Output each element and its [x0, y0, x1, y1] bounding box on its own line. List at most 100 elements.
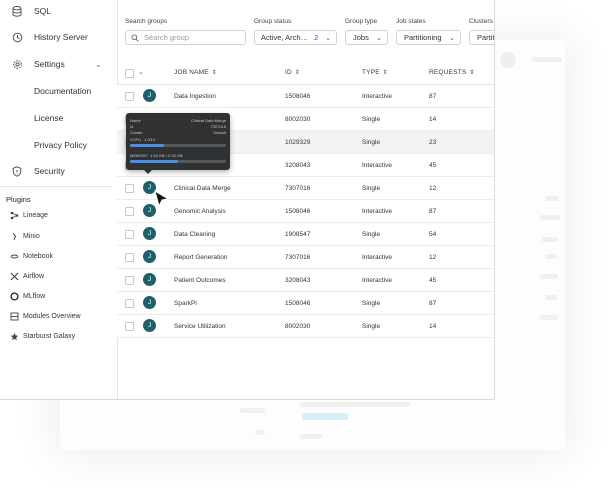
id-cell: 1508046 [285, 92, 311, 100]
table-row[interactable]: J Clinical Data Merge 7307016 Single 12 [117, 177, 494, 200]
chevron-down-icon[interactable]: ⌄ [95, 60, 102, 69]
requests-cell: 87 [429, 299, 437, 307]
background-text [540, 274, 558, 279]
select-all-checkbox[interactable] [125, 69, 134, 78]
plugin-minio[interactable]: Minio [9, 228, 40, 244]
sort-icon: ⇕ [211, 70, 218, 76]
group-type-select[interactable]: Jobs ⌄ [345, 30, 388, 45]
plugin-starburst-galaxy[interactable]: Starburst Galaxy [9, 328, 75, 344]
chevron-down-icon[interactable]: ⌄ [138, 68, 144, 76]
chevron-down-icon: ⌄ [449, 34, 455, 42]
search-icon [131, 33, 139, 42]
id-cell: 3208043 [285, 276, 311, 284]
type-cell: Interactive [362, 276, 392, 284]
table-row[interactable]: J Data Ingestion 1508046 Interactive 87 [117, 85, 494, 108]
mlflow-icon [9, 291, 19, 301]
group-status-select[interactable]: Active, Arch… 2 ⌄ [254, 30, 337, 45]
background-text [542, 237, 558, 242]
column-header-job-name[interactable]: JOB NAME ⇕ [174, 69, 217, 76]
row-checkbox[interactable] [125, 92, 134, 101]
starburst-icon [9, 331, 19, 341]
tooltip-cluster-value: Default [213, 130, 226, 135]
column-header-label: TYPE [362, 69, 380, 76]
search-input[interactable]: Search group [125, 30, 246, 45]
requests-cell: 14 [429, 115, 437, 123]
job-name-cell[interactable]: Clinical Data Merge [174, 185, 231, 192]
table-row[interactable]: J SparkPi 1508046 Single 87 [117, 292, 494, 315]
background-text [255, 430, 265, 435]
row-checkbox[interactable] [125, 230, 134, 239]
sidebar-item-label: Privacy Policy [34, 140, 87, 150]
row-checkbox[interactable] [125, 276, 134, 285]
requests-cell: 23 [429, 138, 437, 146]
type-cell: Interactive [362, 92, 392, 100]
sidebar-item-license[interactable]: License [0, 107, 117, 129]
sidebar-item-privacy-policy[interactable]: Privacy Policy [0, 134, 117, 156]
avatar[interactable]: J [143, 227, 156, 240]
table-row[interactable]: J Genomic Analysis 1508046 Interactive 8… [117, 200, 494, 223]
type-cell: Single [362, 230, 381, 238]
job-name-cell[interactable]: Report Generation [174, 254, 227, 261]
avatar[interactable]: J [143, 273, 156, 286]
avatar[interactable]: J [143, 296, 156, 309]
plugin-lineage[interactable]: Lineage [9, 207, 48, 223]
job-name-cell[interactable]: Service Utilization [174, 323, 226, 330]
row-checkbox[interactable] [125, 322, 134, 331]
avatar[interactable]: J [143, 250, 156, 263]
sidebar-item-history-server[interactable]: History Server [0, 26, 117, 48]
table-row[interactable]: J Patient Outcomes 3208043 Interactive 4… [117, 269, 494, 292]
row-checkbox[interactable] [125, 253, 134, 262]
plugin-mlflow[interactable]: MLflow [9, 288, 45, 304]
selected-count-badge: 2 [314, 33, 319, 42]
sidebar-item-security[interactable]: Security [0, 160, 117, 182]
column-header-id[interactable]: ID ⇕ [285, 69, 300, 76]
row-checkbox[interactable] [125, 299, 134, 308]
background-text [532, 57, 562, 62]
memory-bar-fill [130, 160, 178, 163]
row-checkbox[interactable] [125, 207, 134, 216]
job-tooltip: Name Clinical Data Merge Id 7307016 Clus… [126, 113, 230, 174]
tooltip-vcpu-value: 1,0/10 [144, 137, 156, 142]
plugin-modules-overview[interactable]: Modules Overview [9, 308, 81, 324]
vcpu-bar-fill [130, 144, 164, 147]
table-row[interactable]: J Service Utilization 8002030 Single 14 [117, 315, 494, 338]
avatar[interactable]: J [143, 89, 156, 102]
requests-cell: 54 [429, 230, 437, 238]
sidebar-item-settings[interactable]: Settings ⌄ [0, 53, 117, 75]
clusters-value: Partit [477, 33, 495, 42]
requests-cell: 45 [429, 276, 437, 284]
sidebar-divider [0, 186, 112, 187]
job-name-cell[interactable]: Data Ingestion [174, 93, 216, 100]
avatar[interactable]: J [143, 319, 156, 332]
plugin-airflow[interactable]: Airflow [9, 268, 44, 284]
column-header-type[interactable]: TYPE ⇕ [362, 69, 388, 76]
row-checkbox[interactable] [125, 184, 134, 193]
job-name-cell[interactable]: Data Cleaning [174, 231, 215, 238]
job-name-cell[interactable]: SparkPi [174, 300, 197, 307]
job-name-cell[interactable]: Genomic Analysis [174, 208, 226, 215]
background-text [300, 434, 322, 439]
column-header-requests[interactable]: REQUESTS ⇕ [429, 69, 475, 76]
type-cell: Single [362, 115, 381, 123]
sidebar-item-documentation[interactable]: Documentation [0, 80, 117, 102]
requests-cell: 87 [429, 92, 437, 100]
plugin-notebook[interactable]: Notebook [9, 248, 53, 264]
background-text [240, 408, 265, 413]
group-type-value: Jobs [353, 33, 369, 42]
table-row[interactable]: J Report Generation 7307016 Interactive … [117, 246, 494, 269]
table-row[interactable]: J Data Cleaning 1908547 Single 54 [117, 223, 494, 246]
database-icon [11, 5, 23, 17]
job-name-cell[interactable]: Patient Outcomes [174, 277, 226, 284]
id-cell: 8002030 [285, 115, 311, 123]
sidebar: SQL History Server Settings ⌄ Documentat… [0, 0, 118, 399]
plugin-label: Modules Overview [23, 312, 81, 320]
modules-icon [9, 311, 19, 321]
requests-cell: 14 [429, 322, 437, 330]
clusters-select[interactable]: Partit [469, 30, 495, 45]
sidebar-item-label: License [34, 113, 64, 123]
sidebar-item-sql[interactable]: SQL [0, 0, 117, 22]
id-cell: 1029329 [285, 138, 311, 146]
history-icon [11, 31, 23, 43]
job-states-select[interactable]: Partitioning ⌄ [396, 30, 461, 45]
id-cell: 7307016 [285, 184, 311, 192]
